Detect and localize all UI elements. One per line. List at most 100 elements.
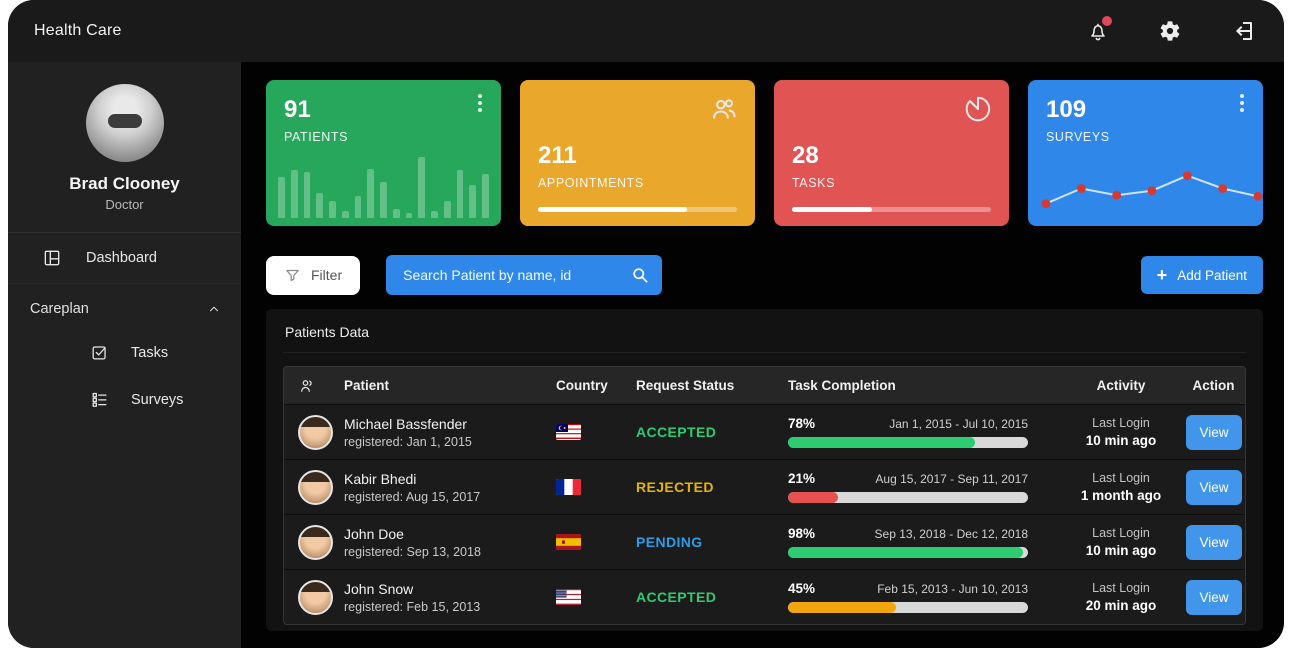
surveys-line-chart (1036, 150, 1263, 220)
col-header-task: Task Completion (788, 378, 1056, 393)
patient-registered: registered: Sep 13, 2018 (344, 545, 556, 559)
task-progress-fill (788, 602, 896, 613)
people-icon (709, 94, 739, 129)
patients-count: 91 (284, 96, 483, 124)
settings-gear-icon[interactable] (1158, 19, 1182, 43)
kebab-menu-icon[interactable] (471, 94, 489, 116)
activity-value: 10 min ago (1056, 433, 1186, 448)
logout-icon[interactable] (1230, 19, 1254, 43)
surveys-stat-card: 109 SURVEYS (1028, 80, 1263, 226)
patient-avatar (298, 580, 333, 615)
tasks-stat-card: 28 TASKS (774, 80, 1009, 226)
task-date-range: Aug 15, 2017 - Sep 11, 2017 (875, 472, 1028, 486)
patient-name: Michael Bassfender (344, 416, 556, 432)
notification-dot (1102, 16, 1112, 26)
mini-bar (469, 185, 476, 218)
country-flag-icon (556, 479, 581, 495)
appointments-progress-fill (538, 207, 687, 212)
mini-bar (431, 211, 438, 218)
status-badge: ACCEPTED (636, 589, 788, 605)
country-flag-icon (556, 589, 581, 605)
kebab-menu-icon[interactable] (1233, 94, 1251, 116)
user-role: Doctor (8, 197, 241, 212)
task-progress-track (788, 602, 1028, 613)
mini-bar (393, 209, 400, 218)
sidebar-item-label: Surveys (131, 392, 183, 408)
patient-avatar (298, 415, 333, 450)
add-patient-label: Add Patient (1177, 268, 1247, 283)
task-date-range: Sep 13, 2018 - Dec 12, 2018 (875, 527, 1028, 541)
mini-bar (342, 211, 349, 218)
dashboard-icon (42, 248, 62, 268)
mini-bar (418, 157, 425, 218)
mini-bar (457, 170, 464, 218)
toolbar: Filter + Add Patient (266, 255, 1263, 295)
mini-bar (278, 177, 285, 218)
notifications-bell-icon[interactable] (1086, 19, 1110, 43)
patients-mini-bar-chart (278, 152, 489, 218)
panel-title: Patients Data (283, 322, 1246, 353)
pie-chart-icon (963, 94, 993, 129)
user-avatar (86, 84, 164, 162)
patient-name: Kabir Bhedi (344, 471, 556, 487)
view-button[interactable]: View (1186, 525, 1242, 560)
sidebar-item-tasks[interactable]: Tasks (8, 329, 241, 376)
table-row[interactable]: Michael Bassfender registered: Jan 1, 20… (284, 404, 1245, 459)
surveys-icon (90, 390, 109, 409)
mini-bar (291, 170, 298, 218)
task-date-range: Feb 15, 2013 - Jun 10, 2013 (877, 582, 1028, 596)
appointments-stat-card: 211 APPOINTMENTS (520, 80, 755, 226)
topbar: Health Care (8, 0, 1284, 62)
search-box[interactable] (386, 255, 662, 295)
surveys-label: SURVEYS (1046, 130, 1245, 144)
mini-bar (304, 172, 311, 218)
tasks-label: TASKS (792, 176, 835, 190)
patient-registered: registered: Jan 1, 2015 (344, 435, 556, 449)
sidebar-group-label: Careplan (30, 301, 89, 317)
view-button[interactable]: View (1186, 470, 1242, 505)
search-input[interactable] (403, 267, 630, 283)
view-button[interactable]: View (1186, 415, 1242, 450)
filter-button[interactable]: Filter (266, 256, 360, 295)
task-date-range: Jan 1, 2015 - Jul 10, 2015 (889, 417, 1028, 431)
mini-bar (329, 201, 336, 218)
appointments-count: 211 (538, 142, 644, 170)
patient-registered: registered: Feb 15, 2013 (344, 600, 556, 614)
patients-label: PATIENTS (284, 130, 483, 144)
table-row[interactable]: John Doe registered: Sep 13, 2018 PENDIN… (284, 514, 1245, 569)
search-icon[interactable] (630, 265, 650, 285)
task-progress-track (788, 547, 1028, 558)
status-badge: ACCEPTED (636, 424, 788, 440)
person-icon (298, 377, 316, 395)
table-row[interactable]: Kabir Bhedi registered: Aug 15, 2017 REJ… (284, 459, 1245, 514)
mini-bar (367, 169, 374, 219)
patient-registered: registered: Aug 15, 2017 (344, 490, 556, 504)
appointments-label: APPOINTMENTS (538, 176, 644, 190)
col-header-status: Request Status (636, 378, 788, 393)
table-header-row: Patient Country Request Status Task Comp… (284, 367, 1245, 404)
main-content: 91 PATIENTS 211 APPOINTMENTS (241, 62, 1284, 648)
task-progress-fill (788, 547, 1023, 558)
patient-avatar (298, 525, 333, 560)
plus-icon: + (1157, 266, 1168, 284)
user-name: Brad Clooney (8, 174, 241, 194)
view-button[interactable]: View (1186, 580, 1242, 615)
patients-stat-card: 91 PATIENTS (266, 80, 501, 226)
stat-cards: 91 PATIENTS 211 APPOINTMENTS (266, 80, 1263, 226)
task-progress-track (788, 492, 1028, 503)
table-row[interactable]: John Snow registered: Feb 15, 2013 ACCEP… (284, 569, 1245, 624)
sidebar-group-careplan[interactable]: Careplan (8, 284, 241, 329)
mini-bar (316, 193, 323, 218)
sidebar-item-surveys[interactable]: Surveys (8, 376, 241, 423)
mini-bar (482, 174, 489, 218)
add-patient-button[interactable]: + Add Patient (1141, 256, 1263, 294)
col-header-country: Country (556, 378, 636, 393)
status-badge: REJECTED (636, 479, 788, 495)
patient-name: John Snow (344, 581, 556, 597)
sidebar-item-dashboard[interactable]: Dashboard (8, 233, 241, 284)
activity-label: Last Login (1056, 416, 1186, 430)
col-header-action: Action (1186, 378, 1241, 393)
mini-bar (380, 182, 387, 218)
activity-label: Last Login (1056, 526, 1186, 540)
task-progress-fill (788, 492, 838, 503)
